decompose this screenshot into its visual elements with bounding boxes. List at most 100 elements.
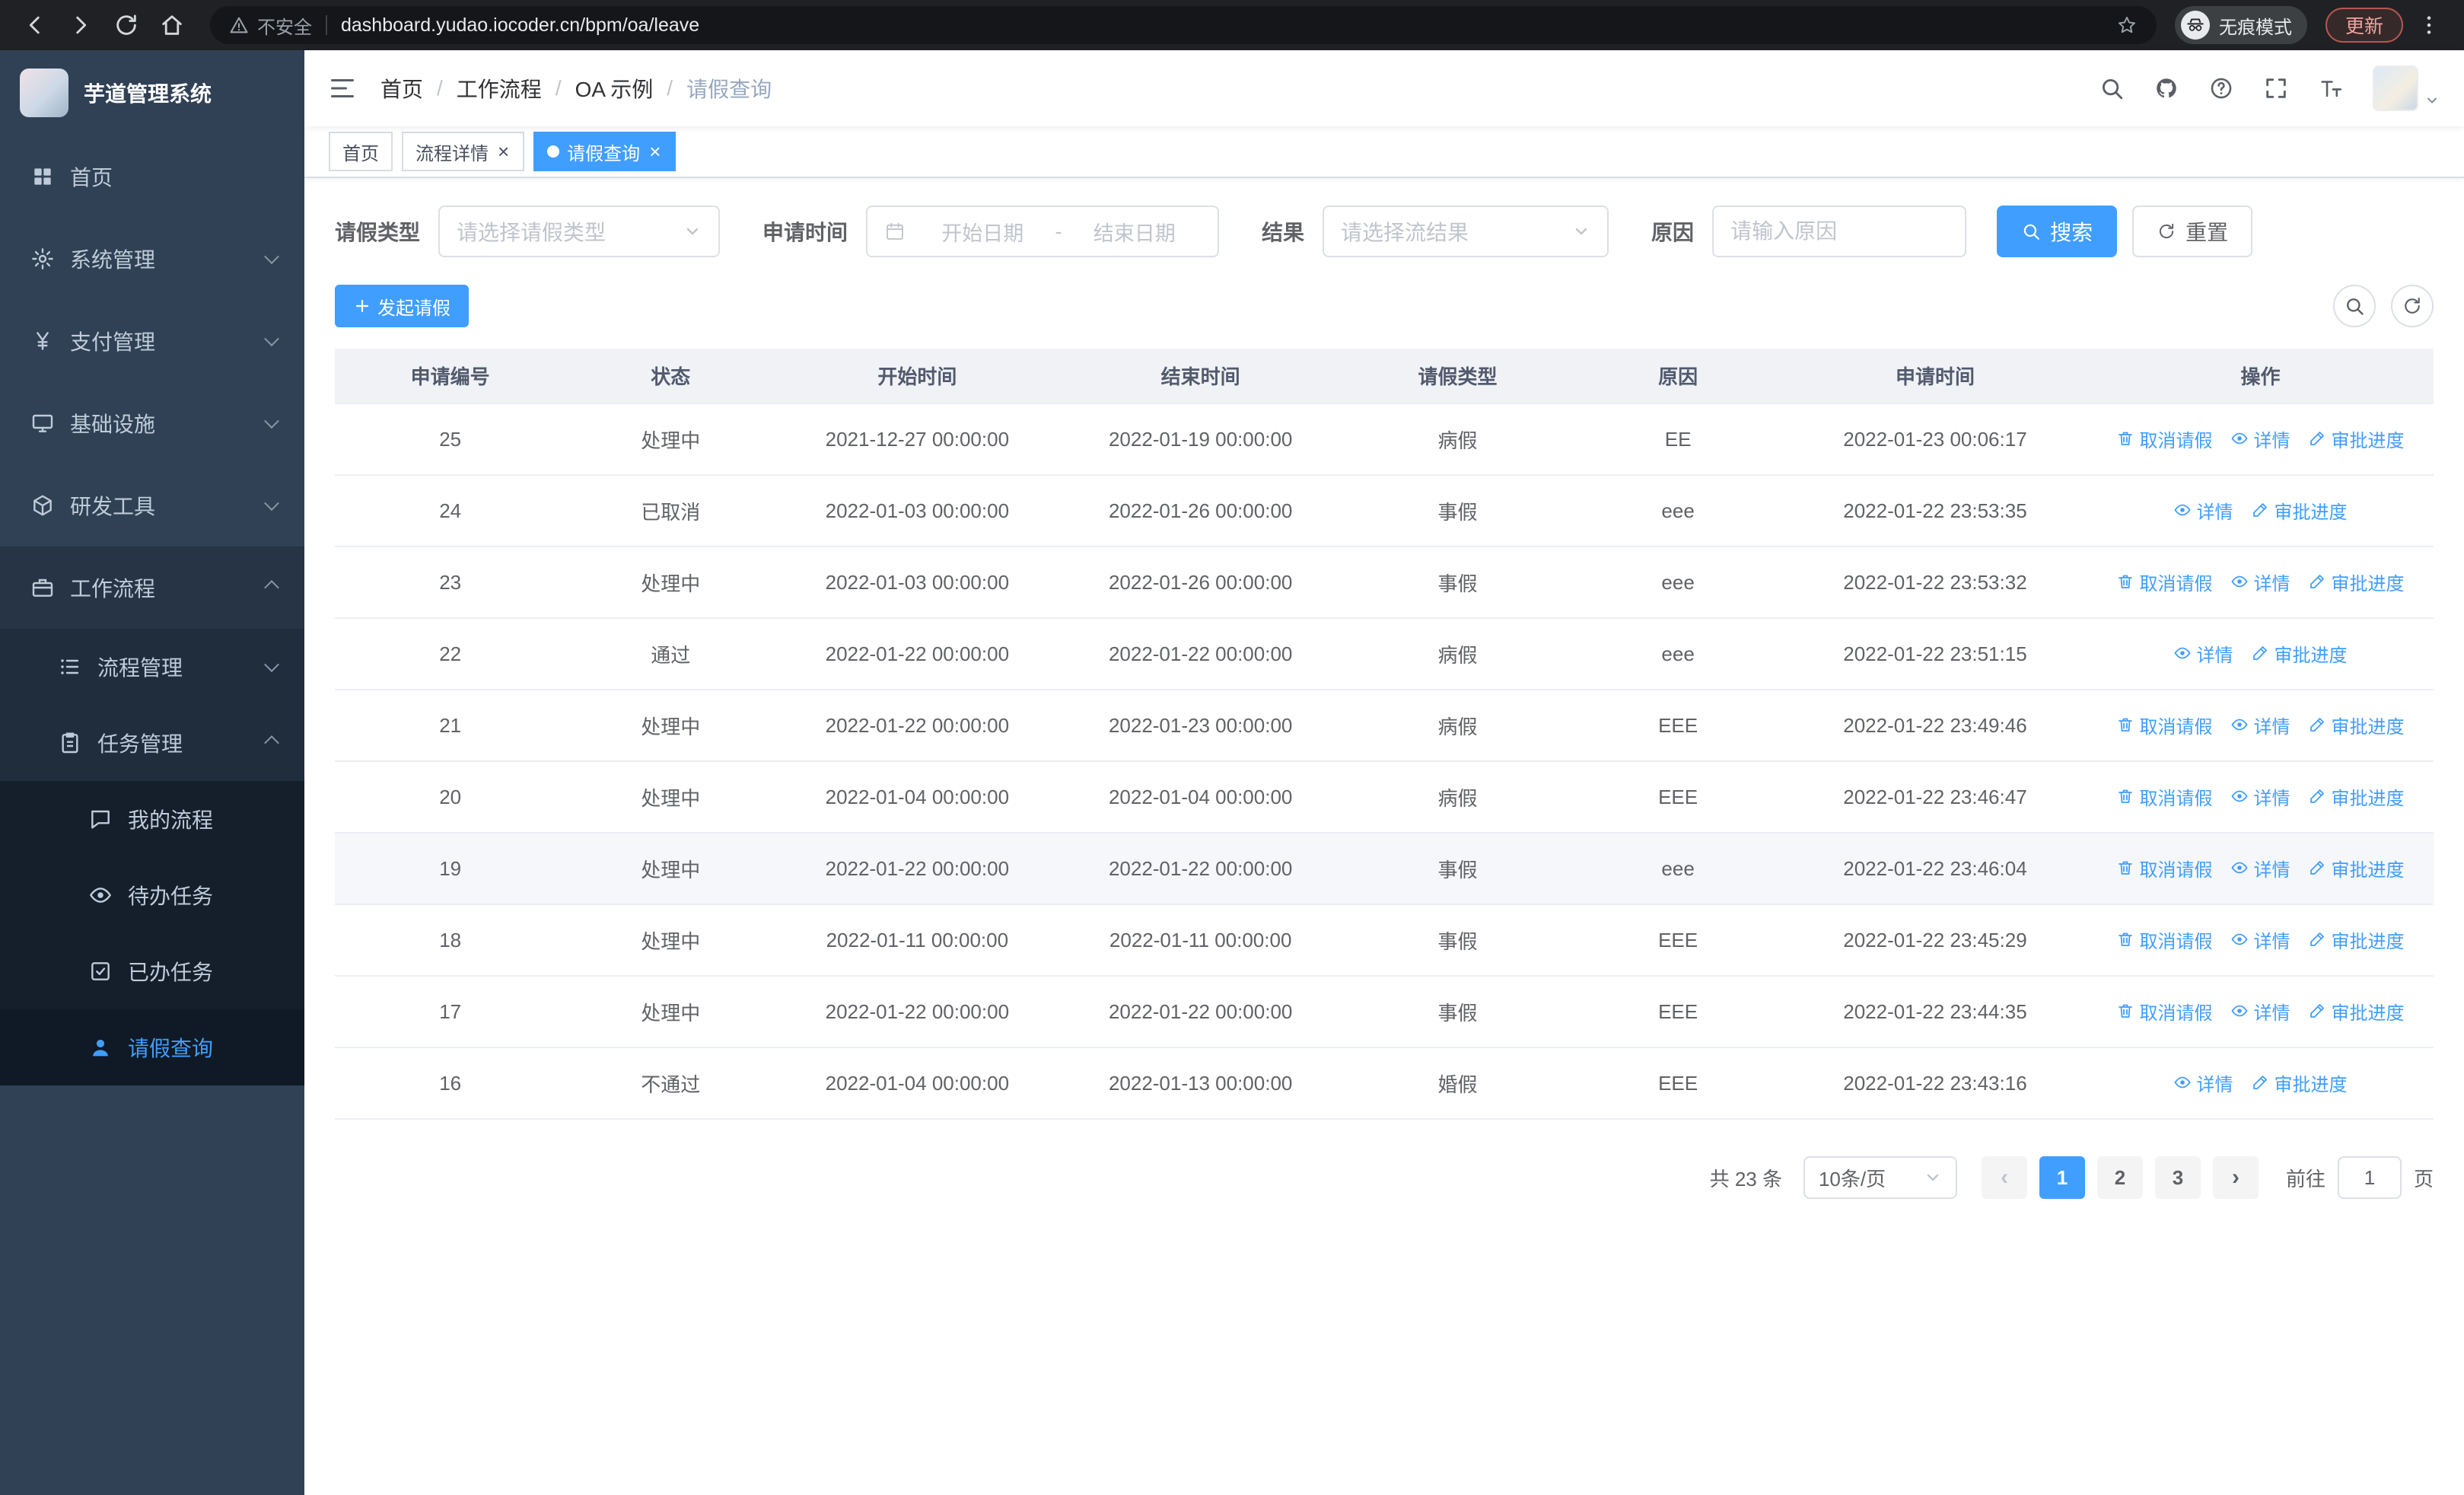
- sidebar-item[interactable]: 已办任务: [0, 933, 304, 1009]
- sidebar-item[interactable]: 系统管理: [0, 218, 304, 300]
- top-navbar: 首页 / 工作流程 / OA 示例 / 请假查询: [304, 50, 2464, 126]
- breadcrumb-item[interactable]: 首页: [380, 73, 423, 104]
- sidebar-item[interactable]: 任务管理: [0, 705, 304, 781]
- cancel-action-link[interactable]: 取消请假: [2116, 569, 2212, 595]
- detail-action-link[interactable]: 详情: [2173, 1069, 2233, 1096]
- header-search-button[interactable]: [2099, 75, 2125, 101]
- cancel-action-link[interactable]: 取消请假: [2116, 783, 2212, 810]
- cell-type: 事假: [1342, 904, 1574, 977]
- apply-time-range-picker[interactable]: 开始日期 - 结束日期: [866, 206, 1220, 257]
- leave-type-select[interactable]: 请选择请假类型: [438, 206, 721, 257]
- sidebar-item[interactable]: 我的流程: [0, 781, 304, 857]
- sidebar-item[interactable]: 研发工具: [0, 464, 304, 547]
- edit-icon: [2308, 1002, 2326, 1020]
- view-tab[interactable]: 流程详情 ×: [402, 132, 525, 171]
- detail-action-link[interactable]: 详情: [2230, 712, 2290, 738]
- address-bar[interactable]: 不安全 dashboard.yudao.iocoder.cn/bpm/oa/le…: [210, 6, 2157, 44]
- github-button[interactable]: [2154, 75, 2179, 101]
- detail-action-link[interactable]: 详情: [2230, 426, 2290, 452]
- page-size-select[interactable]: 10条/页: [1803, 1156, 1957, 1199]
- cell-status: 处理中: [565, 761, 776, 834]
- detail-action-link[interactable]: 详情: [2230, 855, 2290, 881]
- cancel-action-link[interactable]: 取消请假: [2116, 426, 2212, 452]
- breadcrumb-item[interactable]: 工作流程: [457, 73, 542, 104]
- incognito-badge: 无痕模式: [2174, 6, 2307, 44]
- user-avatar-menu[interactable]: [2373, 65, 2440, 111]
- cancel-action-link[interactable]: 取消请假: [2116, 855, 2212, 881]
- reset-button[interactable]: 重置: [2132, 206, 2253, 257]
- bookmark-star-icon[interactable]: [2115, 14, 2138, 37]
- browser-back-button[interactable]: [15, 5, 55, 45]
- page-button-1[interactable]: 1: [2039, 1156, 2085, 1199]
- goto-label: 前往: [2285, 1167, 2326, 1191]
- sidebar-toggle-button[interactable]: [329, 75, 356, 102]
- url-text: dashboard.yudao.iocoder.cn/bpm/oa/leave: [341, 14, 700, 36]
- view-tab[interactable]: 首页: [329, 132, 393, 171]
- help-button[interactable]: [2208, 75, 2234, 101]
- sidebar-item[interactable]: 待办任务: [0, 857, 304, 933]
- eye-icon: [2230, 930, 2249, 948]
- font-size-button[interactable]: [2318, 75, 2344, 101]
- progress-action-link[interactable]: 审批进度: [2251, 1069, 2347, 1096]
- cell-actions: 详情 审批进度: [2087, 475, 2434, 547]
- progress-action-link[interactable]: 审批进度: [2308, 855, 2404, 881]
- cancel-action-link[interactable]: 取消请假: [2116, 998, 2212, 1025]
- sidebar-item[interactable]: 首页: [0, 135, 304, 218]
- close-tab-icon[interactable]: ×: [648, 142, 662, 161]
- column-header: 操作: [2087, 349, 2434, 404]
- progress-action-link[interactable]: 审批进度: [2251, 640, 2347, 667]
- page-button-3[interactable]: 3: [2154, 1156, 2201, 1199]
- next-page-button[interactable]: ›: [2212, 1156, 2259, 1199]
- detail-action-link[interactable]: 详情: [2230, 783, 2290, 810]
- breadcrumb-item[interactable]: OA 示例: [575, 73, 654, 104]
- goto-page-input[interactable]: [2337, 1156, 2402, 1199]
- trash-icon: [2116, 787, 2135, 805]
- sidebar-item[interactable]: 工作流程: [0, 547, 304, 629]
- sidebar-menu: 首页 系统管理 支付管理 基础设施 研发工具 工作流程 流程管理 任务管理 我的流程 待办任务 已办…: [0, 135, 304, 1495]
- main-area: 首页 / 工作流程 / OA 示例 / 请假查询 首页 流程详情 × 请假查询 × 请假类型: [304, 50, 2464, 1495]
- cell-status: 已取消: [565, 475, 776, 547]
- prev-page-button[interactable]: ‹: [1981, 1156, 2027, 1199]
- reason-filter: 原因: [1651, 206, 1967, 257]
- sidebar-item[interactable]: 请假查询: [0, 1009, 304, 1085]
- browser-reload-button[interactable]: [107, 5, 146, 45]
- chevron-up-icon: [264, 580, 279, 595]
- progress-action-link[interactable]: 审批进度: [2251, 497, 2347, 524]
- cell-actions: 详情 审批进度: [2087, 618, 2434, 690]
- cell-id: 16: [335, 1047, 566, 1120]
- progress-action-link[interactable]: 审批进度: [2308, 712, 2404, 738]
- chevron-down-icon: [264, 249, 279, 265]
- cancel-action-link[interactable]: 取消请假: [2116, 712, 2212, 738]
- progress-action-link[interactable]: 审批进度: [2308, 998, 2404, 1025]
- browser-forward-button[interactable]: [61, 5, 100, 45]
- close-tab-icon[interactable]: ×: [496, 142, 511, 161]
- progress-action-link[interactable]: 审批进度: [2308, 569, 2404, 595]
- progress-action-link[interactable]: 审批进度: [2308, 783, 2404, 810]
- detail-action-link[interactable]: 详情: [2173, 640, 2233, 667]
- browser-menu-button[interactable]: [2409, 5, 2449, 45]
- detail-action-link[interactable]: 详情: [2230, 569, 2290, 595]
- result-select[interactable]: 请选择流结果: [1323, 206, 1609, 257]
- page-button-2[interactable]: 2: [2096, 1156, 2143, 1199]
- browser-home-button[interactable]: [152, 5, 192, 45]
- toggle-search-button[interactable]: [2333, 285, 2376, 327]
- detail-action-link[interactable]: 详情: [2230, 926, 2290, 953]
- cancel-action-link[interactable]: 取消请假: [2116, 926, 2212, 953]
- sidebar-item[interactable]: 流程管理: [0, 629, 304, 705]
- action-label: 审批进度: [2274, 1074, 2348, 1095]
- sidebar-item[interactable]: 基础设施: [0, 382, 304, 464]
- view-tab[interactable]: 请假查询 ×: [533, 132, 676, 171]
- refresh-table-button[interactable]: [2391, 285, 2434, 327]
- reason-input[interactable]: [1712, 206, 1967, 257]
- detail-action-link[interactable]: 详情: [2173, 497, 2233, 524]
- action-label: 详情: [2196, 645, 2233, 666]
- progress-action-link[interactable]: 审批进度: [2308, 426, 2404, 452]
- app-logo[interactable]: 芋道管理系统: [0, 50, 304, 135]
- progress-action-link[interactable]: 审批进度: [2308, 926, 2404, 953]
- search-button[interactable]: 搜索: [1997, 206, 2118, 257]
- fullscreen-button[interactable]: [2263, 75, 2289, 101]
- update-button[interactable]: 更新: [2325, 8, 2403, 43]
- detail-action-link[interactable]: 详情: [2230, 998, 2290, 1025]
- sidebar-item[interactable]: 支付管理: [0, 300, 304, 382]
- create-leave-button[interactable]: 发起请假: [335, 285, 469, 327]
